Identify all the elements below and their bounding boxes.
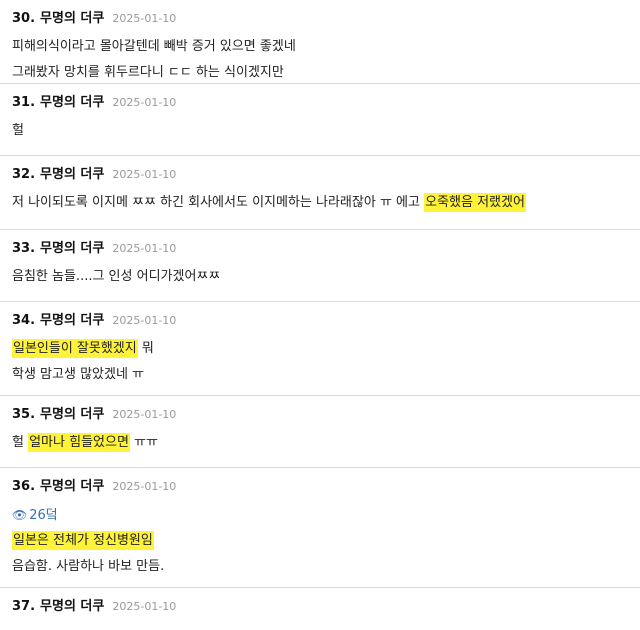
comment-text: 헐	[12, 123, 24, 138]
comment-number[interactable]: 33.	[12, 240, 35, 258]
comment-date: 2025-01-10	[112, 480, 177, 493]
comment-date: 2025-01-10	[112, 168, 177, 181]
comment-text: 그래봤자 망치를 휘두르다니 ㄷㄷ 하는 식이겠지만	[12, 65, 284, 80]
comment-number[interactable]: 35.	[12, 406, 35, 424]
comment-author: 무명의 더쿠	[40, 407, 105, 422]
comment-number[interactable]: 36.	[12, 478, 35, 496]
highlighted-text: 일본은 전체가 정신병원임	[12, 531, 154, 550]
comment-body: 저 나이되도록 이지메 ㅉㅉ 하긴 회사에서도 이지메하는 나라래잖아 ㅠ 에고…	[12, 190, 628, 216]
comment-text-line: 그래봤자 망치를 휘두르다니 ㄷㄷ 하는 식이겠지만	[12, 60, 628, 86]
comment-body: 👁 26덬일본은 전체가 정신병원임음습함. 사람하나 바보 만듬.	[12, 502, 628, 580]
comment-number[interactable]: 30.	[12, 10, 35, 28]
comment-meta: 34. 무명의 더쿠 2025-01-10	[12, 312, 628, 330]
comment-text: ㅠㅠ	[129, 435, 158, 450]
comment-author: 무명의 더쿠	[40, 479, 105, 494]
comment-meta: 32. 무명의 더쿠 2025-01-10	[12, 166, 628, 184]
highlighted-text: 오죽했음 저랬겠어	[424, 193, 526, 212]
comment-item: 32. 무명의 더쿠 2025-01-10 저 나이되도록 이지메 ㅉㅉ 하긴 회사에…	[0, 156, 640, 230]
comment-meta: 35. 무명의 더쿠 2025-01-10	[12, 406, 628, 424]
comment-date: 2025-01-10	[112, 242, 177, 255]
comment-item: 30. 무명의 더쿠 2025-01-10 피해의식이라고 몰아갈텐데 빼박 증거 있…	[0, 0, 640, 84]
comment-text-line: 학생 맘고생 많았겠네 ㅠ	[12, 362, 628, 388]
comment-text-line: 헐 얼마나 힘들었으면 ㅠㅠ	[12, 430, 628, 456]
comment-text: 학생 맘고생 많았겠네 ㅠ	[12, 367, 144, 382]
comment-text-line: 헐	[12, 118, 628, 144]
comment-number[interactable]: 34.	[12, 312, 35, 330]
comment-text-line: 피해의식이라고 몰아갈텐데 빼박 증거 있으면 좋겠네	[12, 34, 628, 60]
comment-author: 무명의 더쿠	[40, 599, 105, 614]
comment-date: 2025-01-10	[112, 600, 177, 613]
comment-meta: 37. 무명의 더쿠 2025-01-10	[12, 598, 628, 616]
comment-author: 무명의 더쿠	[40, 313, 105, 328]
comment-date: 2025-01-10	[112, 12, 177, 25]
comment-author: 무명의 더쿠	[40, 167, 105, 182]
comment-meta: 31. 무명의 더쿠 2025-01-10	[12, 94, 628, 112]
reply-eye-icon: 👁	[12, 508, 28, 522]
comment-text-line: 일본은 전체가 정신병원임	[12, 528, 628, 554]
comment-author: 무명의 더쿠	[40, 95, 105, 110]
comment-text: 음습함. 사람하나 바보 만듬.	[12, 559, 165, 574]
comment-item: 33. 무명의 더쿠 2025-01-10 음침한 놈들....그 인성 어디가겠어ㅉ…	[0, 230, 640, 302]
comment-text: 피해의식이라고 몰아갈텐데 빼박 증거 있으면 좋겠네	[12, 39, 296, 54]
comment-body: 일본인들이 잘못했겠지 뭐학생 맘고생 많았겠네 ㅠ	[12, 336, 628, 388]
comment-author: 무명의 더쿠	[40, 241, 105, 256]
comment-item: 31. 무명의 더쿠 2025-01-10 헐	[0, 84, 640, 156]
comment-number[interactable]: 32.	[12, 166, 35, 184]
comment-body: 헐 얼마나 힘들었으면 ㅠㅠ	[12, 430, 628, 456]
comment-item: 37. 무명의 더쿠 2025-01-10	[0, 588, 640, 628]
comment-number[interactable]: 37.	[12, 598, 35, 616]
comment-number[interactable]: 31.	[12, 94, 35, 112]
comment-text: 뭐	[137, 341, 154, 356]
comment-date: 2025-01-10	[112, 314, 177, 327]
comment-body: 헐	[12, 118, 628, 144]
comment-text: 음침한 놈들....그 인성 어디가겠어ㅉㅉ	[12, 269, 221, 284]
comment-date: 2025-01-10	[112, 96, 177, 109]
highlighted-text: 일본인들이 잘못했겠지	[12, 339, 138, 358]
highlighted-text: 얼마나 힘들었으면	[28, 433, 130, 452]
comment-item: 34. 무명의 더쿠 2025-01-10 일본인들이 잘못했겠지 뭐학생 맘고생 많…	[0, 302, 640, 396]
comment-text-line: 음침한 놈들....그 인성 어디가겠어ㅉㅉ	[12, 264, 628, 290]
quote-reference-link[interactable]: 👁 26덬	[12, 502, 628, 528]
comment-meta: 33. 무명의 더쿠 2025-01-10	[12, 240, 628, 258]
comment-meta: 30. 무명의 더쿠 2025-01-10	[12, 10, 628, 28]
quote-reference-text: 26덬	[29, 508, 58, 523]
comment-item: 35. 무명의 더쿠 2025-01-10 헐 얼마나 힘들었으면 ㅠㅠ	[0, 396, 640, 468]
comment-meta: 36. 무명의 더쿠 2025-01-10	[12, 478, 628, 496]
comment-body: 피해의식이라고 몰아갈텐데 빼박 증거 있으면 좋겠네그래봤자 망치를 휘두르다…	[12, 34, 628, 86]
comment-body: 음침한 놈들....그 인성 어디가겠어ㅉㅉ	[12, 264, 628, 290]
comment-text-line: 음습함. 사람하나 바보 만듬.	[12, 554, 628, 580]
comment-date: 2025-01-10	[112, 408, 177, 421]
comment-text-line: 일본인들이 잘못했겠지 뭐	[12, 336, 628, 362]
comment-text-line: 저 나이되도록 이지메 ㅉㅉ 하긴 회사에서도 이지메하는 나라래잖아 ㅠ 에고…	[12, 190, 628, 216]
comment-item: 36. 무명의 더쿠 2025-01-10 👁 26덬일본은 전체가 정신병원임음습함.…	[0, 468, 640, 588]
comment-text: 저 나이되도록 이지메 ㅉㅉ 하긴 회사에서도 이지메하는 나라래잖아 ㅠ 에고	[12, 195, 425, 210]
comment-author: 무명의 더쿠	[40, 11, 105, 26]
comment-text: 헐	[12, 435, 29, 450]
